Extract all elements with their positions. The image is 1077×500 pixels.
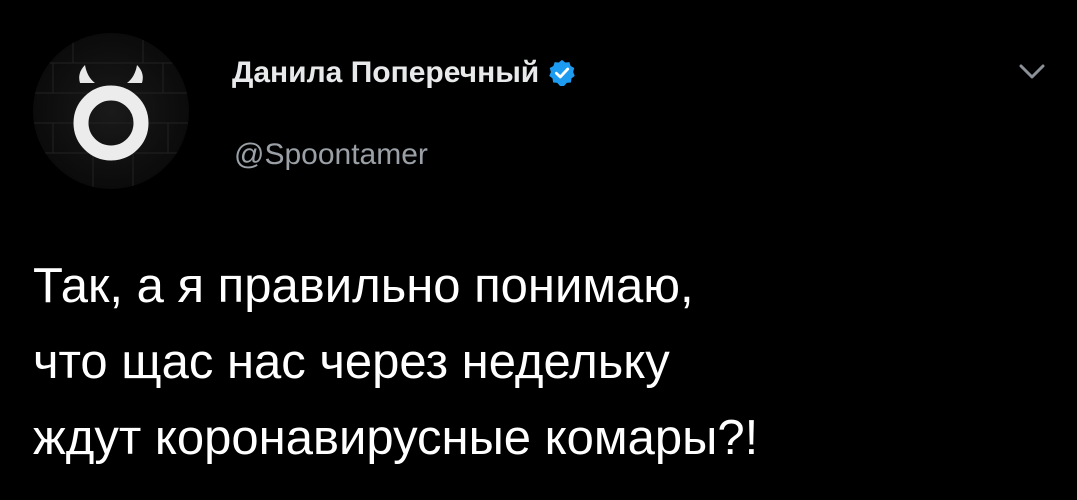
tweet-line: что щас нас через недельку [33, 335, 670, 389]
tweet-line: ждут коронавирусные комары?! [33, 411, 759, 465]
bull-ring-logo-icon [33, 33, 189, 189]
tweet-line: Так, а я правильно понимаю, [33, 259, 694, 313]
display-name-text: Данила Поперечный [232, 56, 540, 89]
chevron-down-icon[interactable] [1018, 62, 1046, 82]
tweet-card: Данила Поперечный @Spoontamer Так, а я п… [0, 0, 1077, 500]
author-name[interactable]: Данила Поперечный [232, 56, 577, 90]
avatar[interactable] [33, 33, 189, 189]
author-handle[interactable]: @Spoontamer [234, 138, 428, 172]
tweet-text: Так, а я правильно понимаю, что щас нас … [33, 248, 1063, 476]
verified-badge-icon [549, 59, 576, 86]
